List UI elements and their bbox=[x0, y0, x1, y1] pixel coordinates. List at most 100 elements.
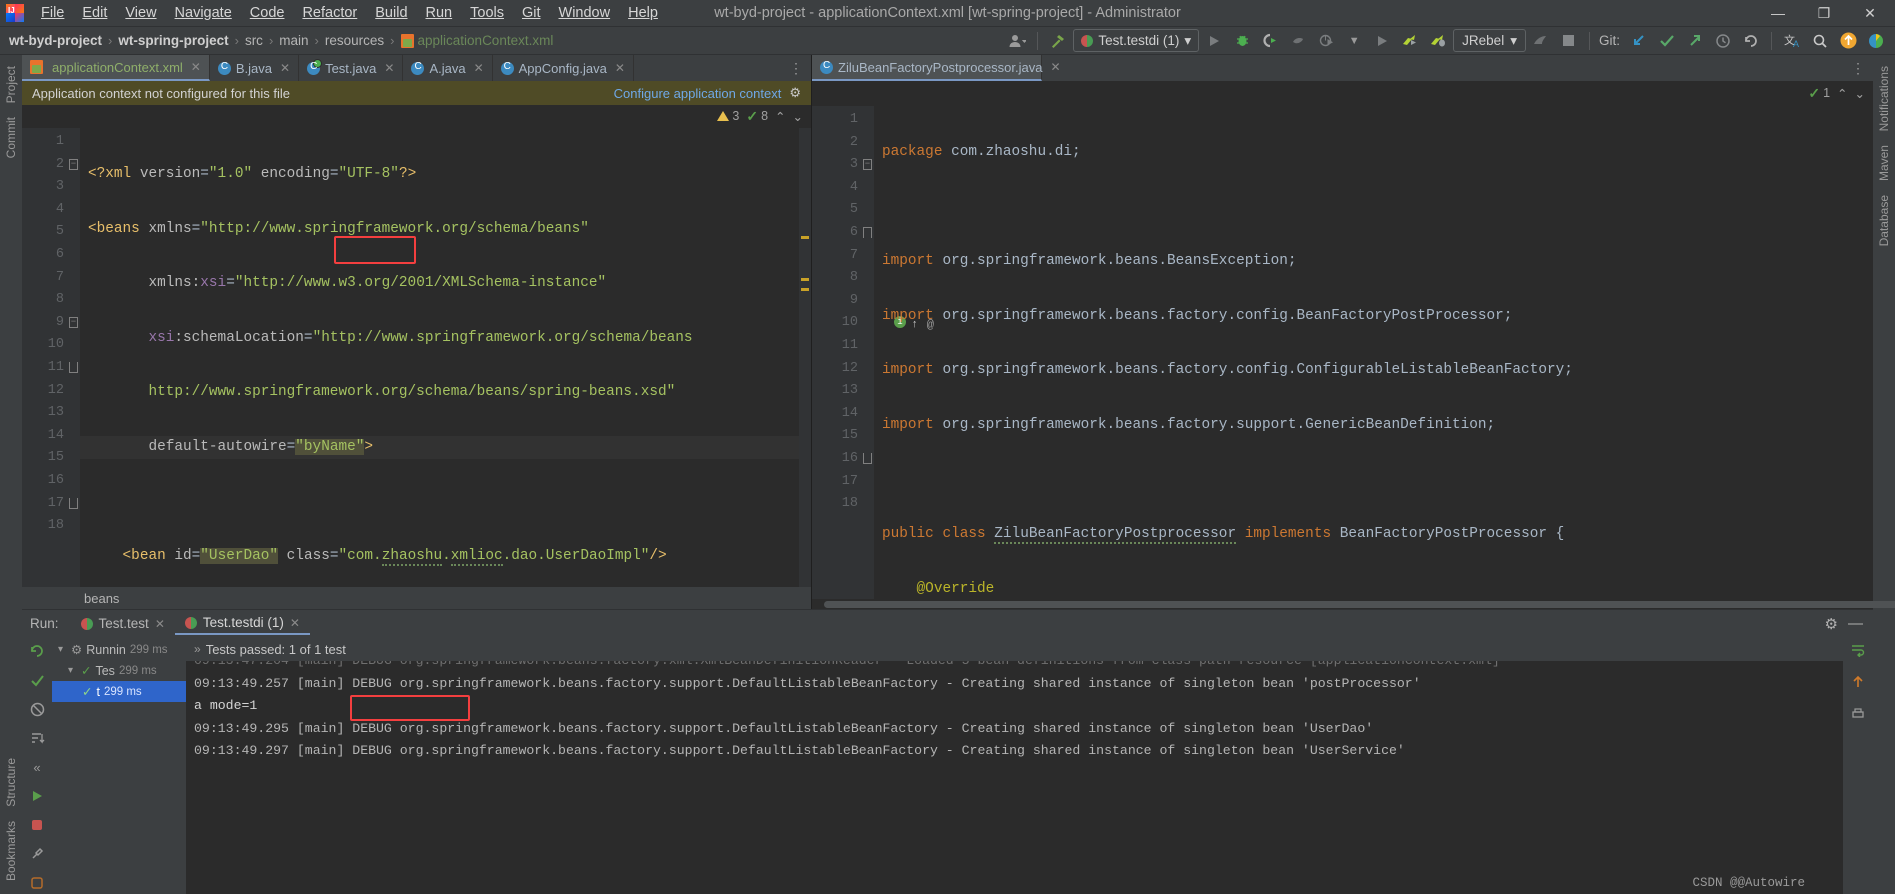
git-rollback-icon[interactable] bbox=[1738, 29, 1764, 53]
editor-tab-zilubeanfactorypostprocessor-java[interactable]: ZiluBeanFactoryPostprocessor.java ✕ bbox=[812, 55, 1061, 81]
tool-window-database[interactable]: Database bbox=[1874, 188, 1894, 253]
close-icon[interactable]: ✕ bbox=[191, 60, 201, 74]
close-icon[interactable]: ✕ bbox=[280, 61, 290, 75]
search-icon[interactable] bbox=[1807, 29, 1833, 53]
close-icon[interactable]: ✕ bbox=[384, 61, 394, 75]
fold-icon[interactable]: − bbox=[863, 159, 872, 171]
settings-icon[interactable] bbox=[27, 844, 47, 864]
run-configuration-selector[interactable]: Test.testdi (1) ▾ bbox=[1073, 29, 1200, 52]
tool-window-project[interactable]: Project bbox=[1, 59, 21, 110]
attach-profiler-icon[interactable] bbox=[1313, 29, 1339, 53]
breadcrumb-item-resources[interactable]: resources bbox=[322, 33, 387, 48]
editor-tab-appconfig-java[interactable]: AppConfig.java ✕ bbox=[493, 55, 634, 81]
close-button[interactable]: ✕ bbox=[1847, 0, 1893, 27]
fold-icon[interactable]: − bbox=[69, 316, 78, 328]
toggle-passed-tests-icon[interactable] bbox=[27, 670, 47, 690]
test-tree-row-running[interactable]: ▾ ⚙ Runnin 299 ms bbox=[52, 639, 186, 660]
xml-code-area[interactable]: 1 2 − 3 4 5 6 7 8 9 − 10 11 12 13 14 15 … bbox=[22, 128, 811, 587]
build-hammer-icon[interactable] bbox=[1045, 29, 1071, 53]
git-history-icon[interactable] bbox=[1710, 29, 1736, 53]
tool-window-commit[interactable]: Commit bbox=[1, 110, 21, 165]
editor-tab-test-java[interactable]: Test.java ✕ bbox=[299, 55, 404, 81]
test-tree-row-method[interactable]: ✓ t 299 ms bbox=[52, 681, 186, 702]
close-icon[interactable]: ✕ bbox=[615, 61, 625, 75]
menu-item-code[interactable]: Code bbox=[241, 2, 294, 24]
print-icon[interactable] bbox=[1851, 707, 1865, 726]
settings-gear-icon[interactable]: ⚙ bbox=[1825, 615, 1838, 633]
tool-window-maven[interactable]: Maven bbox=[1874, 138, 1894, 188]
update-available-icon[interactable] bbox=[1835, 29, 1861, 53]
jrebel-rocket-debug-icon[interactable] bbox=[1425, 29, 1451, 53]
close-icon[interactable]: ✕ bbox=[474, 61, 484, 75]
next-problem-icon[interactable]: ⌄ bbox=[793, 109, 803, 124]
rerun-icon[interactable] bbox=[27, 641, 47, 661]
tab-more-icon[interactable]: ⋮ bbox=[1843, 55, 1873, 81]
git-push-icon[interactable] bbox=[1682, 29, 1708, 53]
git-update-project-icon[interactable] bbox=[1626, 29, 1652, 53]
sort-by-duration-icon[interactable] bbox=[27, 728, 47, 748]
fold-end-icon[interactable] bbox=[69, 361, 78, 373]
fold-icon[interactable]: − bbox=[69, 158, 78, 170]
run-tab-test-testdi[interactable]: Test.testdi (1) ✕ bbox=[174, 612, 310, 635]
hide-panel-icon[interactable]: — bbox=[1848, 615, 1863, 632]
weak-warning-count-right[interactable]: ✓ 1 bbox=[1808, 85, 1830, 102]
tool-window-bookmarks[interactable]: Bookmarks bbox=[1, 814, 21, 888]
jrebel-rocket-run-icon[interactable] bbox=[1397, 29, 1423, 53]
breadcrumb-item-main[interactable]: main bbox=[276, 33, 311, 48]
menu-item-window[interactable]: Window bbox=[550, 2, 620, 24]
run-again-icon[interactable] bbox=[27, 786, 47, 806]
jrebel-run-button[interactable] bbox=[1369, 29, 1395, 53]
breadcrumb-item-module[interactable]: wt-spring-project bbox=[115, 33, 231, 48]
stop-run-icon[interactable] bbox=[27, 815, 47, 835]
maximize-button[interactable]: ❐ bbox=[1801, 0, 1847, 27]
prev-problem-icon[interactable]: ⌃ bbox=[1837, 86, 1847, 101]
gear-icon[interactable]: ⚙ bbox=[789, 85, 801, 101]
xml-code-text[interactable]: <?xml version="1.0" encoding="UTF-8"?> <… bbox=[80, 128, 811, 587]
xml-gutter[interactable]: 1 2 − 3 4 5 6 7 8 9 − 10 11 12 13 14 15 … bbox=[22, 128, 80, 587]
toggle-ignored-tests-icon[interactable] bbox=[27, 699, 47, 719]
menu-item-run[interactable]: Run bbox=[417, 2, 462, 24]
close-icon[interactable]: ✕ bbox=[1050, 60, 1060, 74]
debug-button[interactable] bbox=[1229, 29, 1255, 53]
user-settings-icon[interactable] bbox=[1004, 29, 1030, 53]
prev-problem-icon[interactable]: ⌃ bbox=[775, 109, 785, 124]
scroll-to-end-icon[interactable] bbox=[1851, 675, 1865, 694]
tab-more-icon[interactable]: ⋮ bbox=[781, 55, 811, 81]
menu-item-navigate[interactable]: Navigate bbox=[166, 2, 241, 24]
fold-end-icon[interactable] bbox=[69, 497, 78, 509]
stop-gradle-icon[interactable] bbox=[1528, 29, 1554, 53]
chevron-down-icon[interactable]: ▼ bbox=[1341, 29, 1367, 53]
breadcrumb-item-project[interactable]: wt-byd-project bbox=[6, 33, 105, 48]
close-icon[interactable]: ✕ bbox=[290, 616, 300, 630]
editor-tab-applicationcontext-xml[interactable]: applicationContext.xml ✕ bbox=[22, 55, 210, 81]
menu-item-refactor[interactable]: Refactor bbox=[293, 2, 366, 24]
expand-console-icon[interactable]: » bbox=[194, 642, 201, 656]
menu-item-help[interactable]: Help bbox=[619, 2, 667, 24]
editor-tab-b-java[interactable]: B.java ✕ bbox=[210, 55, 300, 81]
menu-item-edit[interactable]: Edit bbox=[73, 2, 116, 24]
java-horizontal-scrollbar[interactable] bbox=[812, 599, 1895, 609]
jrebel-selector[interactable]: JRebel ▾ bbox=[1453, 29, 1526, 52]
breadcrumb-item-src[interactable]: src bbox=[242, 33, 266, 48]
expand-icon[interactable]: « bbox=[27, 757, 47, 777]
editor-tab-a-java[interactable]: A.java ✕ bbox=[403, 55, 493, 81]
console-output[interactable]: 09:13:47.204 [main] DEBUG org.springfram… bbox=[186, 661, 1843, 894]
minimize-button[interactable]: — bbox=[1755, 0, 1801, 27]
chevron-down-icon[interactable]: ▾ bbox=[68, 665, 77, 676]
java-code-area[interactable]: 1 2 3 − 4 5 6 7 8 9 10 i ↑ @ 11 12 13 14… bbox=[812, 106, 1873, 599]
warning-count[interactable]: 3 bbox=[717, 109, 739, 123]
menu-item-view[interactable]: View bbox=[116, 2, 165, 24]
profiler-button[interactable] bbox=[1285, 29, 1311, 53]
chevron-down-icon[interactable]: ▾ bbox=[58, 644, 67, 655]
menu-item-tools[interactable]: Tools bbox=[461, 2, 513, 24]
run-with-coverage-button[interactable] bbox=[1257, 29, 1283, 53]
run-tab-test-test[interactable]: Test.test ✕ bbox=[71, 613, 175, 634]
next-problem-icon[interactable]: ⌄ bbox=[1855, 86, 1865, 101]
configure-application-context-link[interactable]: Configure application context bbox=[614, 86, 782, 101]
menu-item-build[interactable]: Build bbox=[366, 2, 416, 24]
xml-bottom-breadcrumb[interactable]: beans bbox=[22, 587, 811, 609]
menu-item-git[interactable]: Git bbox=[513, 2, 550, 24]
test-results-tree[interactable]: ▾ ⚙ Runnin 299 ms ▾ ✓ Tes 299 ms ✓ t 299… bbox=[52, 637, 186, 894]
fold-end-icon[interactable] bbox=[863, 452, 872, 464]
weak-warning-count[interactable]: ✓ 8 bbox=[746, 108, 768, 125]
